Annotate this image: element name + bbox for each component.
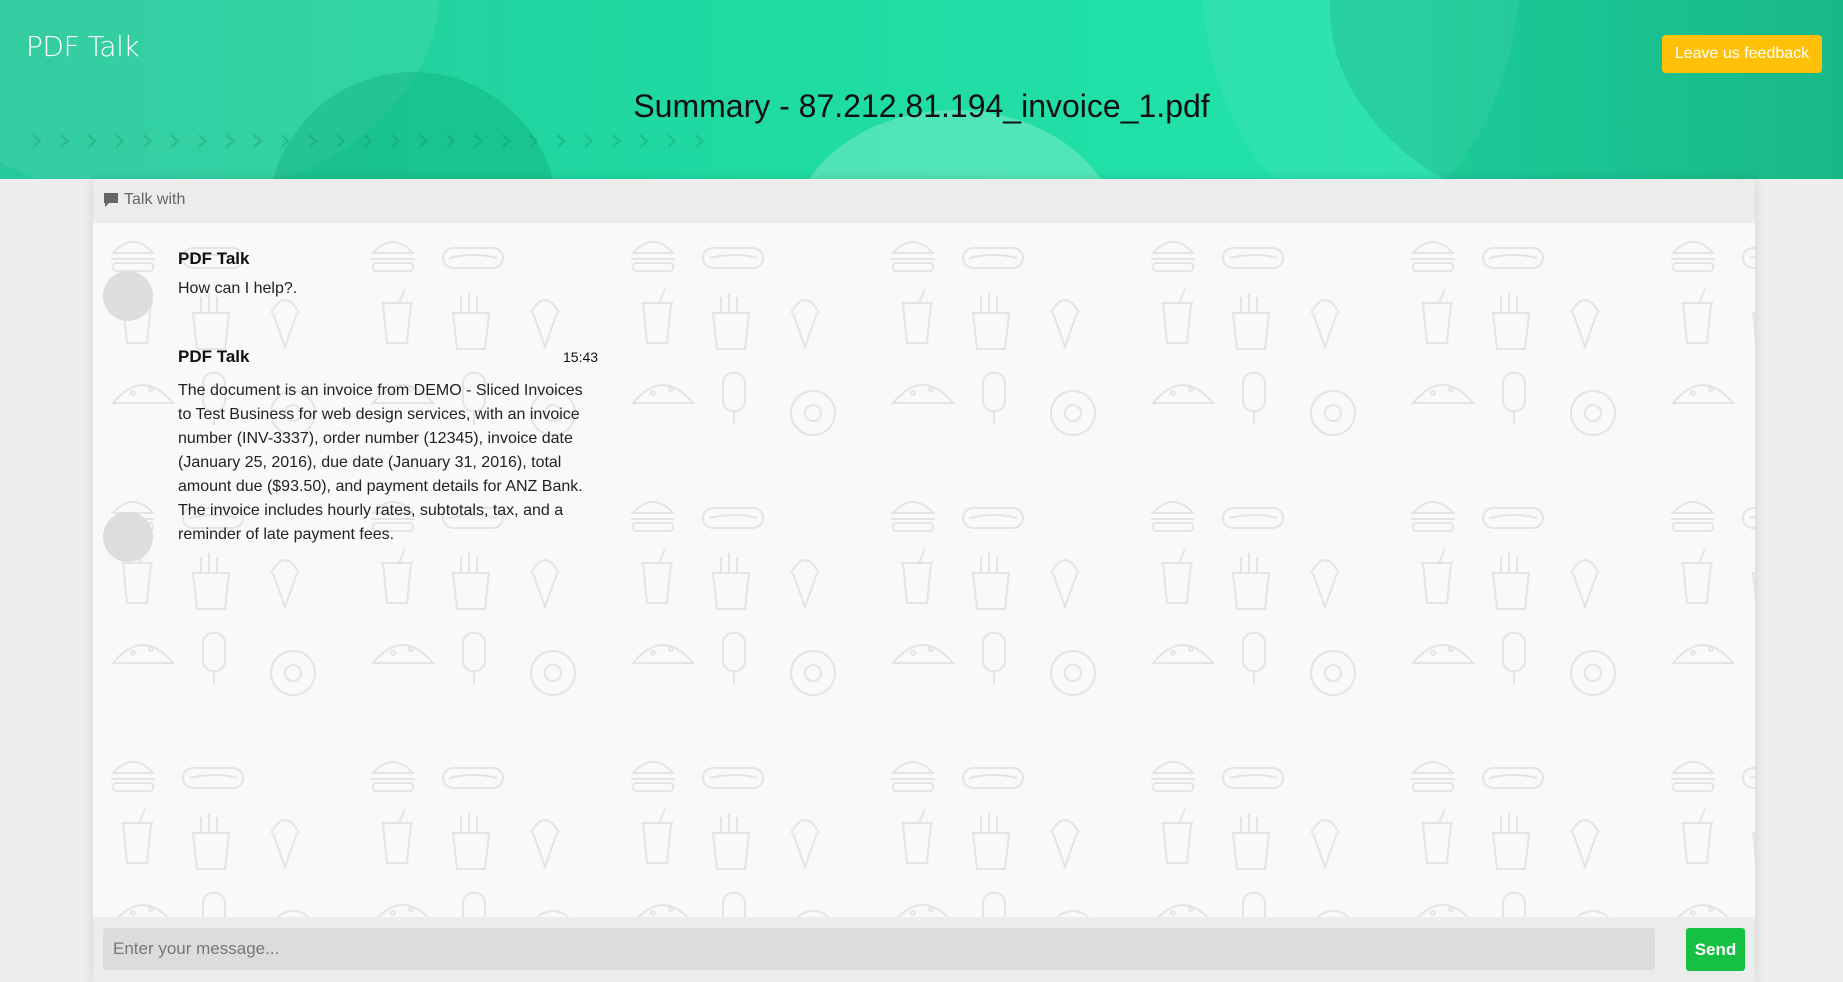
- page-title: Summary - 87.212.81.194_invoice_1.pdf: [633, 88, 1210, 124]
- chat-header-label: Talk with: [124, 191, 186, 208]
- chat-message: PDF Talk 15:43 The document is an invoic…: [93, 323, 693, 563]
- chat-header: Talk with: [93, 179, 1755, 224]
- message-sender: PDF Talk: [178, 249, 250, 268]
- message-sender: PDF Talk: [178, 347, 250, 366]
- chat-panel: Talk with PDF Talk How can I help?. PDF …: [93, 179, 1755, 982]
- message-text: How can I help?.: [178, 280, 298, 297]
- message-text: The document is an invoice from DEMO - S…: [178, 382, 583, 543]
- header-banner: ››››››››››››››››››››››››› PDF Talk Leave…: [0, 0, 1843, 179]
- send-button[interactable]: Send: [1686, 928, 1745, 971]
- message-timestamp: 15:43: [563, 349, 599, 365]
- message-composer: Send: [93, 917, 1755, 982]
- message-list[interactable]: PDF Talk How can I help?. PDF Talk 15:43…: [93, 223, 1755, 917]
- comment-icon: [104, 193, 118, 207]
- brand-logo[interactable]: PDF Talk: [26, 30, 140, 63]
- chat-message: PDF Talk How can I help?.: [93, 223, 693, 323]
- message-input[interactable]: [103, 928, 1655, 970]
- avatar: [103, 512, 153, 562]
- chevron-pattern-decoration: ›››››››››››››››››››››››››: [30, 120, 720, 160]
- avatar: [103, 271, 153, 321]
- feedback-button[interactable]: Leave us feedback: [1662, 35, 1822, 73]
